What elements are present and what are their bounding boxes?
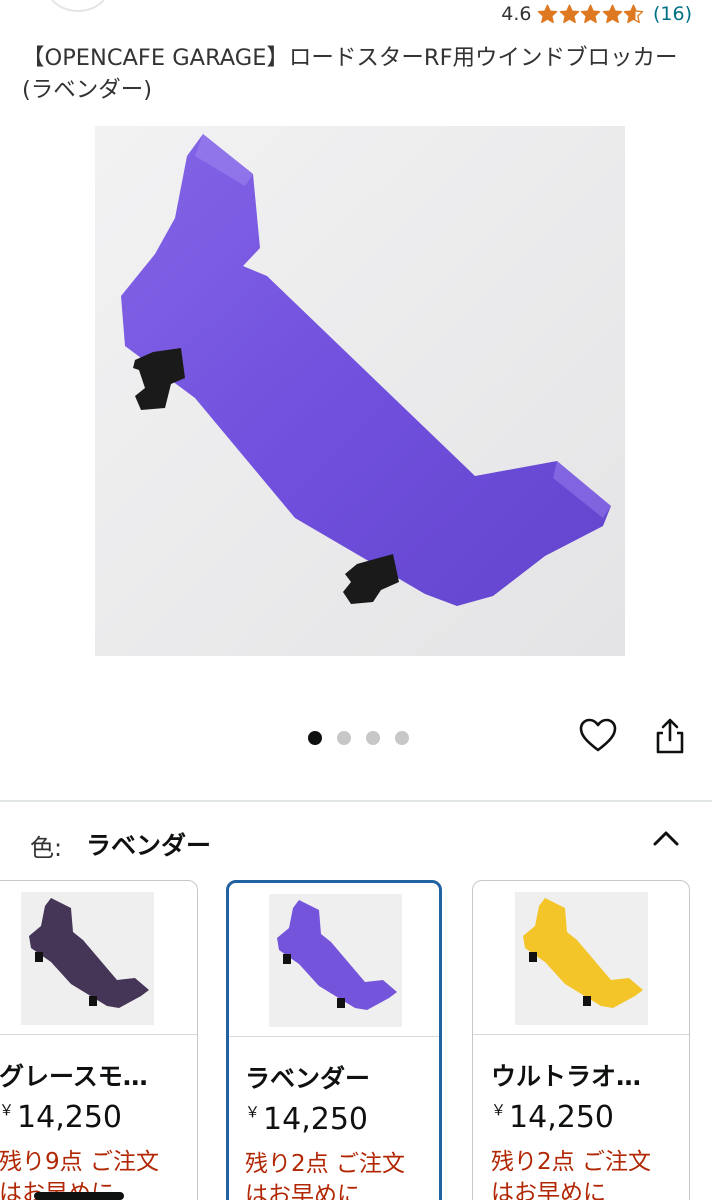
currency-symbol: ￥ xyxy=(245,1103,261,1121)
star-icon xyxy=(580,4,601,25)
heart-icon[interactable] xyxy=(578,716,618,756)
currency-symbol: ￥ xyxy=(0,1101,15,1119)
pager-dot[interactable] xyxy=(308,731,322,745)
price-amount: 14,250 xyxy=(17,1100,122,1135)
rating-summary[interactable]: 4.6 (16) xyxy=(501,2,692,26)
color-swatch-card[interactable]: グレースモ… ￥ 14,250 残り9点 ご注文 はお早めに xyxy=(0,880,198,1200)
swatch-price: ￥ 14,250 xyxy=(245,1101,368,1137)
currency-symbol: ￥ xyxy=(491,1101,507,1119)
pager-dot[interactable] xyxy=(395,731,409,745)
pager-dot[interactable] xyxy=(366,731,380,745)
swatch-stock-note: 残り2点 ご注文はお早めに xyxy=(491,1147,651,1200)
star-icon xyxy=(559,4,580,25)
color-swatch-card-selected[interactable]: ラベンダー ￥ 14,250 残り2点 ご注文はお早めに xyxy=(226,880,442,1200)
color-swatch-card[interactable]: ウルトラオ… ￥ 14,250 残り2点 ご注文はお早めに xyxy=(472,880,690,1200)
image-pager-dots[interactable] xyxy=(308,731,409,745)
stock-line-1: 残り9点 ご注文 xyxy=(0,1149,159,1175)
home-indicator xyxy=(34,1192,124,1200)
pager-dot[interactable] xyxy=(337,731,351,745)
swatch-separator xyxy=(0,1034,197,1035)
chevron-up-icon[interactable] xyxy=(650,822,682,854)
brand-logo[interactable] xyxy=(46,0,110,12)
star-icon xyxy=(537,4,558,25)
swatch-price: ￥ 14,250 xyxy=(0,1099,122,1135)
swatch-name: ラベンダー xyxy=(245,1064,371,1093)
product-title: 【OPENCAFE GARAGE】ロードスターRF用ウインドブロッカー (ラベン… xyxy=(22,45,678,103)
swatch-separator xyxy=(229,1036,439,1037)
star-icon xyxy=(623,4,644,25)
price-amount: 14,250 xyxy=(509,1100,614,1135)
swatch-name: グレースモ… xyxy=(0,1062,148,1091)
section-divider xyxy=(0,800,712,802)
star-icon xyxy=(602,4,623,25)
price-amount: 14,250 xyxy=(263,1102,368,1137)
star-rating xyxy=(537,4,645,25)
swatch-thumbnail xyxy=(269,894,402,1027)
stock-line-2: はお早めに xyxy=(491,1180,606,1200)
swatch-stock-note: 残り2点 ご注文はお早めに xyxy=(245,1149,405,1200)
selected-color-value: ラベンダー xyxy=(86,831,212,860)
color-label: 色: xyxy=(30,834,63,862)
swatch-separator xyxy=(473,1034,689,1035)
rating-score: 4.6 xyxy=(501,3,532,25)
wind-blocker-illustration xyxy=(95,126,625,656)
swatch-thumbnail xyxy=(515,892,648,1025)
product-image[interactable] xyxy=(95,126,625,656)
swatch-name: ウルトラオ… xyxy=(491,1062,642,1091)
share-icon[interactable] xyxy=(650,716,690,756)
stock-line-2: はお早めに xyxy=(245,1182,360,1200)
rating-count-link[interactable]: (16) xyxy=(653,3,692,25)
stock-line-1: 残り2点 ご注文 xyxy=(245,1151,405,1177)
swatch-thumbnail xyxy=(21,892,154,1025)
swatch-price: ￥ 14,250 xyxy=(491,1099,614,1135)
stock-line-1: 残り2点 ご注文 xyxy=(491,1149,651,1175)
